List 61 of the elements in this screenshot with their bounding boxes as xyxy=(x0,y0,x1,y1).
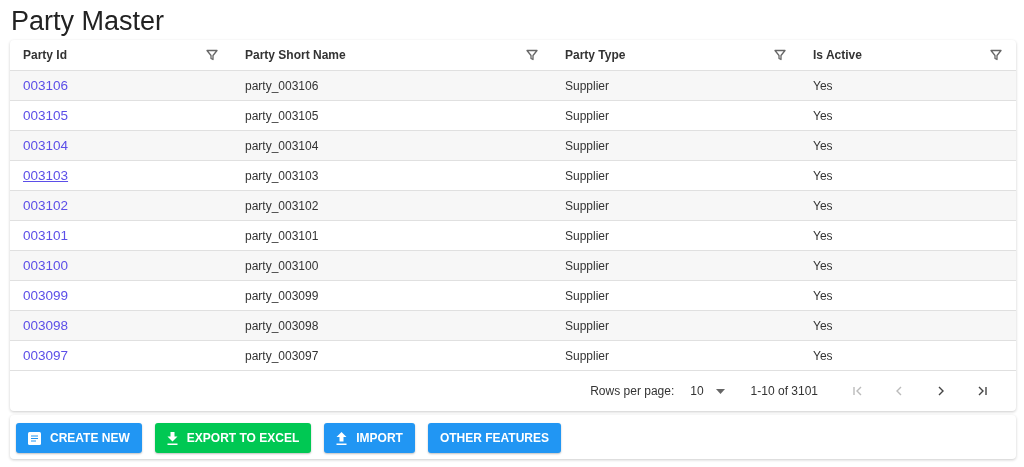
table-cell: Yes xyxy=(813,288,833,303)
party-id-link[interactable]: 003104 xyxy=(23,138,69,153)
party-id-link[interactable]: 003105 xyxy=(23,108,69,123)
party-id-link[interactable]: 003098 xyxy=(23,318,69,333)
table-cell: Supplier xyxy=(565,228,610,243)
table-cell: Supplier xyxy=(565,108,610,123)
table-cell: Yes xyxy=(813,258,833,273)
table-cell: Supplier xyxy=(565,288,610,303)
filter-icon[interactable] xyxy=(526,49,538,61)
table-cell: Supplier xyxy=(565,318,610,333)
column-header: Party Short Name xyxy=(245,48,346,62)
action-button[interactable]: OTHER FEATURES xyxy=(427,423,562,453)
rows-per-page-label: Rows per page: xyxy=(590,384,675,398)
party-id-link[interactable]: 003097 xyxy=(23,348,69,363)
dropdown-icon xyxy=(715,388,725,394)
table-cell: Yes xyxy=(813,228,833,243)
column-header: Is Active xyxy=(813,48,862,62)
party-id-link[interactable]: 003103 xyxy=(23,168,69,183)
column-header: Party Type xyxy=(565,48,626,62)
filter-icon[interactable] xyxy=(774,49,786,61)
column-header: Party Id xyxy=(23,48,67,62)
table-cell: Yes xyxy=(813,138,833,153)
party-id-link[interactable]: 003101 xyxy=(23,228,69,243)
party-id-link[interactable]: 003099 xyxy=(23,288,69,303)
table-cell: Yes xyxy=(813,198,833,213)
table-cell: party_003097 xyxy=(245,348,319,363)
table-cell: Yes xyxy=(813,168,833,183)
last-page-icon xyxy=(977,385,989,397)
table-cell: Supplier xyxy=(565,138,610,153)
table-cell: Yes xyxy=(813,348,833,363)
table-cell: party_003104 xyxy=(245,138,319,153)
action-button[interactable]: IMPORT xyxy=(324,423,415,453)
filter-icon[interactable] xyxy=(206,49,218,61)
rows-per-page-select[interactable]: 10 xyxy=(690,384,725,398)
party-id-link[interactable]: 003102 xyxy=(23,198,69,213)
table-cell: party_003106 xyxy=(245,78,319,93)
table-cell: Yes xyxy=(813,318,833,333)
document-icon xyxy=(28,431,41,445)
action-button[interactable]: CREATE NEW xyxy=(16,423,142,453)
table-cell: Supplier xyxy=(565,348,610,363)
first-page-icon xyxy=(851,385,863,397)
party-id-link[interactable]: 003106 xyxy=(23,78,69,93)
table-cell: Yes xyxy=(813,108,833,123)
table-cell: party_003103 xyxy=(245,168,319,183)
table-cell: party_003101 xyxy=(245,228,319,243)
table-cell: Supplier xyxy=(565,258,610,273)
filter-icon[interactable] xyxy=(990,49,1002,61)
table-cell: party_003100 xyxy=(245,258,319,273)
table-cell: party_003102 xyxy=(245,198,319,213)
download-icon xyxy=(166,431,178,445)
table-cell: Yes xyxy=(813,78,833,93)
table-cell: Supplier xyxy=(565,198,610,213)
page-title: Party Master xyxy=(11,5,166,38)
table-cell: Supplier xyxy=(565,78,610,93)
party-id-link[interactable]: 003100 xyxy=(23,258,69,273)
table-cell: party_003099 xyxy=(245,288,319,303)
table-cell: party_003098 xyxy=(245,318,319,333)
table-cell: party_003105 xyxy=(245,108,319,123)
upload-icon xyxy=(336,431,348,445)
table-cell: Supplier xyxy=(565,168,610,183)
page-range: 1-10 of 3101 xyxy=(750,384,818,398)
